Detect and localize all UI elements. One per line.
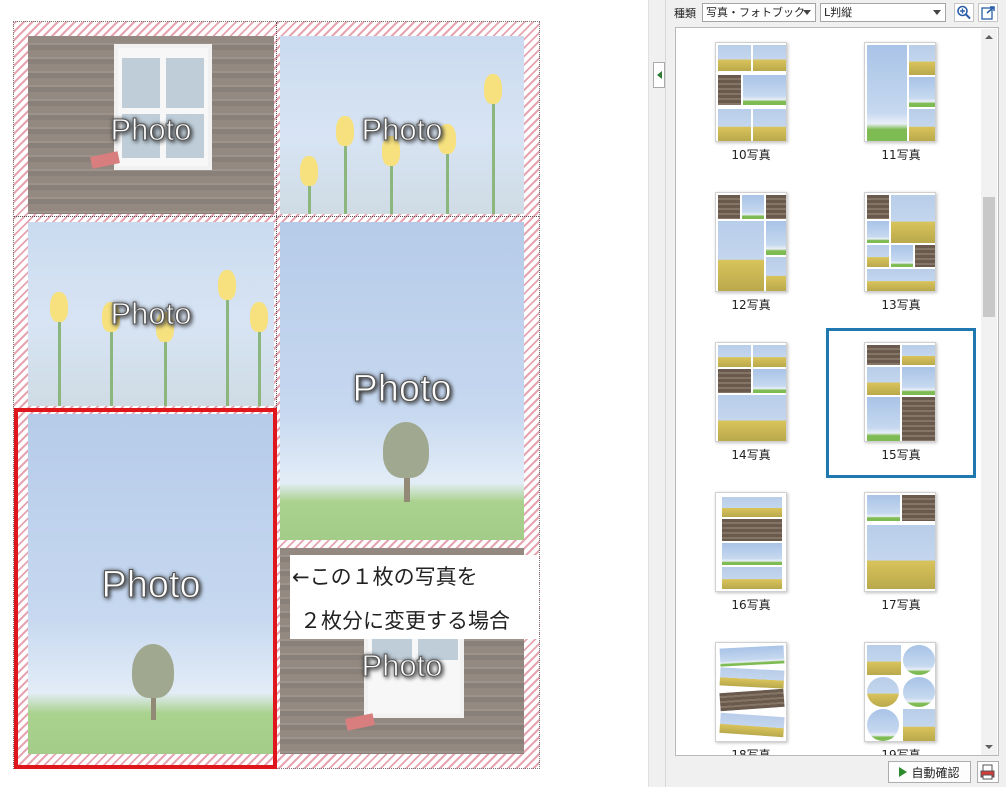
panel-toolbar: 種類 写真・フォトブック L判縦 bbox=[667, 0, 1006, 25]
auto-confirm-label: 自動確認 bbox=[911, 765, 960, 780]
template-item-13[interactable]: 13写真 bbox=[826, 178, 976, 328]
template-label: 15写真 bbox=[881, 448, 921, 462]
template-item-10[interactable]: 10写真 bbox=[676, 28, 826, 178]
template-item-12[interactable]: 12写真 bbox=[676, 178, 826, 328]
template-thumbnail bbox=[715, 42, 787, 142]
type-label: 種類 bbox=[674, 7, 696, 20]
zoom-in-button[interactable] bbox=[954, 3, 974, 22]
template-thumbnail bbox=[864, 192, 936, 292]
template-item-16[interactable]: 16写真 bbox=[676, 478, 826, 628]
thumbnail-scrollbar[interactable] bbox=[981, 29, 997, 755]
photo-label: Photo bbox=[110, 112, 192, 148]
template-item-18[interactable]: 18写真 bbox=[676, 628, 826, 756]
scroll-down-button[interactable] bbox=[981, 739, 997, 755]
template-label: 19写真 bbox=[881, 748, 921, 756]
paper-size-select[interactable]: L判縦 bbox=[820, 3, 946, 22]
annotation-line-2: ２枚分に変更する場合 bbox=[300, 609, 510, 633]
layout-canvas[interactable]: Photo Photo Photo Photo Photo Photo ←この１… bbox=[0, 0, 648, 787]
photo-cell-2[interactable]: Photo bbox=[280, 36, 524, 214]
panel-divider[interactable] bbox=[648, 0, 666, 787]
template-label: 12写真 bbox=[731, 298, 771, 312]
template-label: 14写真 bbox=[731, 448, 771, 462]
photo-cell-3[interactable]: Photo bbox=[28, 222, 274, 406]
template-label: 13写真 bbox=[881, 298, 921, 312]
template-thumbnail bbox=[864, 42, 936, 142]
zoom-in-icon bbox=[957, 5, 971, 20]
photo-label: Photo bbox=[361, 648, 443, 684]
annotation-line-1: ←この１枚の写真を bbox=[292, 565, 478, 589]
template-label: 18写真 bbox=[731, 748, 771, 756]
template-label: 16写真 bbox=[731, 598, 771, 612]
print-button[interactable] bbox=[977, 761, 999, 783]
template-thumbnail bbox=[715, 492, 787, 592]
annotation-note: ←この１枚の写真を ２枚分に変更する場合 bbox=[290, 555, 539, 639]
template-item-17[interactable]: 17写真 bbox=[826, 478, 976, 628]
photo-label: Photo bbox=[352, 368, 452, 411]
collapse-panel-button[interactable] bbox=[653, 62, 665, 88]
scroll-up-button[interactable] bbox=[981, 29, 997, 45]
template-label: 17写真 bbox=[881, 598, 921, 612]
template-thumbnail-list[interactable]: 10写真 11写真 12写真 13写真 14写真 15写真 16写真 17写真 … bbox=[675, 27, 999, 756]
export-button[interactable] bbox=[978, 3, 998, 22]
printer-icon bbox=[980, 764, 995, 780]
photo-label: Photo bbox=[361, 112, 443, 148]
photo-label: Photo bbox=[110, 296, 192, 332]
template-thumbnail bbox=[864, 492, 936, 592]
template-thumbnail bbox=[864, 642, 936, 742]
template-item-14[interactable]: 14写真 bbox=[676, 328, 826, 478]
template-item-19[interactable]: 19写真 bbox=[826, 628, 976, 756]
template-panel: 種類 写真・フォトブック L判縦 10写真 11写真 12写真 13写真 14写… bbox=[667, 0, 1006, 787]
play-icon bbox=[899, 767, 908, 777]
type-select[interactable]: 写真・フォトブック bbox=[702, 3, 816, 22]
dropdown-arrow-icon bbox=[933, 10, 941, 15]
scroll-thumb[interactable] bbox=[983, 197, 995, 317]
photo-cell-1[interactable]: Photo bbox=[28, 36, 274, 214]
template-thumbnail bbox=[715, 642, 787, 742]
selected-photo-highlight bbox=[14, 408, 277, 769]
template-item-15[interactable]: 15写真 bbox=[826, 328, 976, 478]
photo-cell-4[interactable]: Photo bbox=[280, 222, 524, 540]
template-label: 11写真 bbox=[881, 148, 921, 162]
template-label: 10写真 bbox=[731, 148, 771, 162]
dropdown-arrow-icon bbox=[803, 10, 811, 15]
template-item-11[interactable]: 11写真 bbox=[826, 28, 976, 178]
auto-confirm-button[interactable]: 自動確認 bbox=[888, 761, 971, 783]
export-icon bbox=[981, 6, 995, 20]
template-thumbnail bbox=[715, 192, 787, 292]
template-thumbnail bbox=[864, 342, 936, 442]
chevron-left-icon bbox=[656, 71, 662, 79]
template-thumbnail bbox=[715, 342, 787, 442]
